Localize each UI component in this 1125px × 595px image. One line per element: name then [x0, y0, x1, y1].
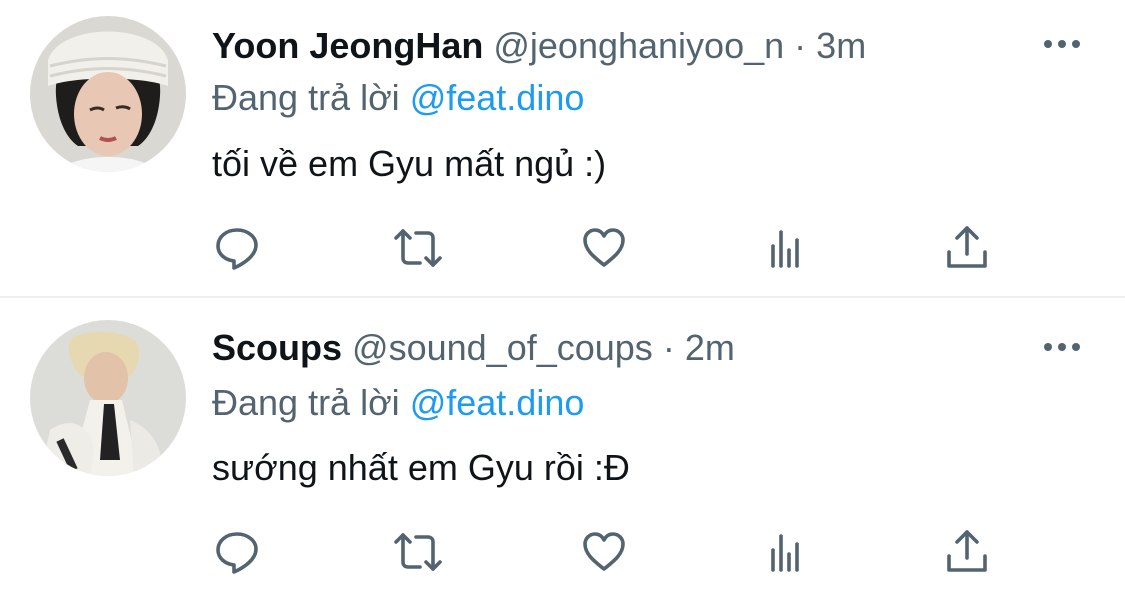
replying-to: Đang trả lời @feat.dino [212, 76, 584, 120]
analytics-icon [771, 534, 799, 572]
display-name[interactable]: Yoon JeongHan [212, 25, 483, 66]
user-handle[interactable]: @sound_of_coups [352, 327, 653, 368]
replying-to: Đang trả lời @feat.dino [212, 381, 584, 425]
more-horizontal-icon [1044, 40, 1080, 48]
share-icon [947, 226, 987, 268]
action-bar [0, 220, 1125, 276]
replying-prefix: Đang trả lời [212, 77, 400, 118]
more-options-button[interactable] [1040, 337, 1084, 357]
heart-icon [583, 228, 625, 267]
retweet-icon [394, 229, 442, 267]
like-button[interactable] [576, 524, 632, 580]
tweet-header: Yoon JeongHan @jeonghaniyoo_n · 3m [212, 24, 866, 68]
tweet-text: sướng nhất em Gyu rồi :Đ [212, 447, 630, 488]
analytics-icon [771, 230, 799, 268]
tweet[interactable]: Scoups @sound_of_coups · 2m Đang trả lời… [0, 297, 1125, 595]
timestamp[interactable]: 2m [685, 327, 735, 368]
reply-button[interactable] [209, 524, 265, 580]
avatar[interactable] [30, 16, 186, 172]
tweet-text: tối về em Gyu mất ngủ :) [212, 143, 607, 184]
reply-bubble-icon [216, 532, 258, 574]
tweet-header: Scoups @sound_of_coups · 2m [212, 326, 735, 370]
separator-dot: · [662, 327, 675, 368]
share-button[interactable] [939, 220, 995, 276]
reply-bubble-icon [216, 228, 258, 270]
display-name[interactable]: Scoups [212, 327, 342, 368]
share-button[interactable] [939, 524, 995, 580]
heart-icon [583, 532, 625, 571]
avatar[interactable] [30, 320, 186, 476]
replying-prefix: Đang trả lời [212, 382, 400, 423]
retweet-button[interactable] [390, 524, 446, 580]
timestamp[interactable]: 3m [816, 25, 866, 66]
mention-link[interactable]: @feat.dino [410, 382, 585, 423]
separator-dot: · [794, 25, 807, 66]
retweet-button[interactable] [390, 220, 446, 276]
more-horizontal-icon [1044, 343, 1080, 351]
mention-link[interactable]: @feat.dino [410, 77, 585, 118]
user-handle[interactable]: @jeonghaniyoo_n [493, 25, 784, 66]
tweet[interactable]: Yoon JeongHan @jeonghaniyoo_n · 3m Đang … [0, 0, 1125, 297]
share-icon [947, 530, 987, 572]
like-button[interactable] [576, 220, 632, 276]
analytics-button[interactable] [758, 220, 814, 276]
action-bar [0, 524, 1125, 580]
retweet-icon [394, 533, 442, 571]
more-options-button[interactable] [1040, 34, 1084, 54]
analytics-button[interactable] [758, 524, 814, 580]
reply-button[interactable] [209, 220, 265, 276]
